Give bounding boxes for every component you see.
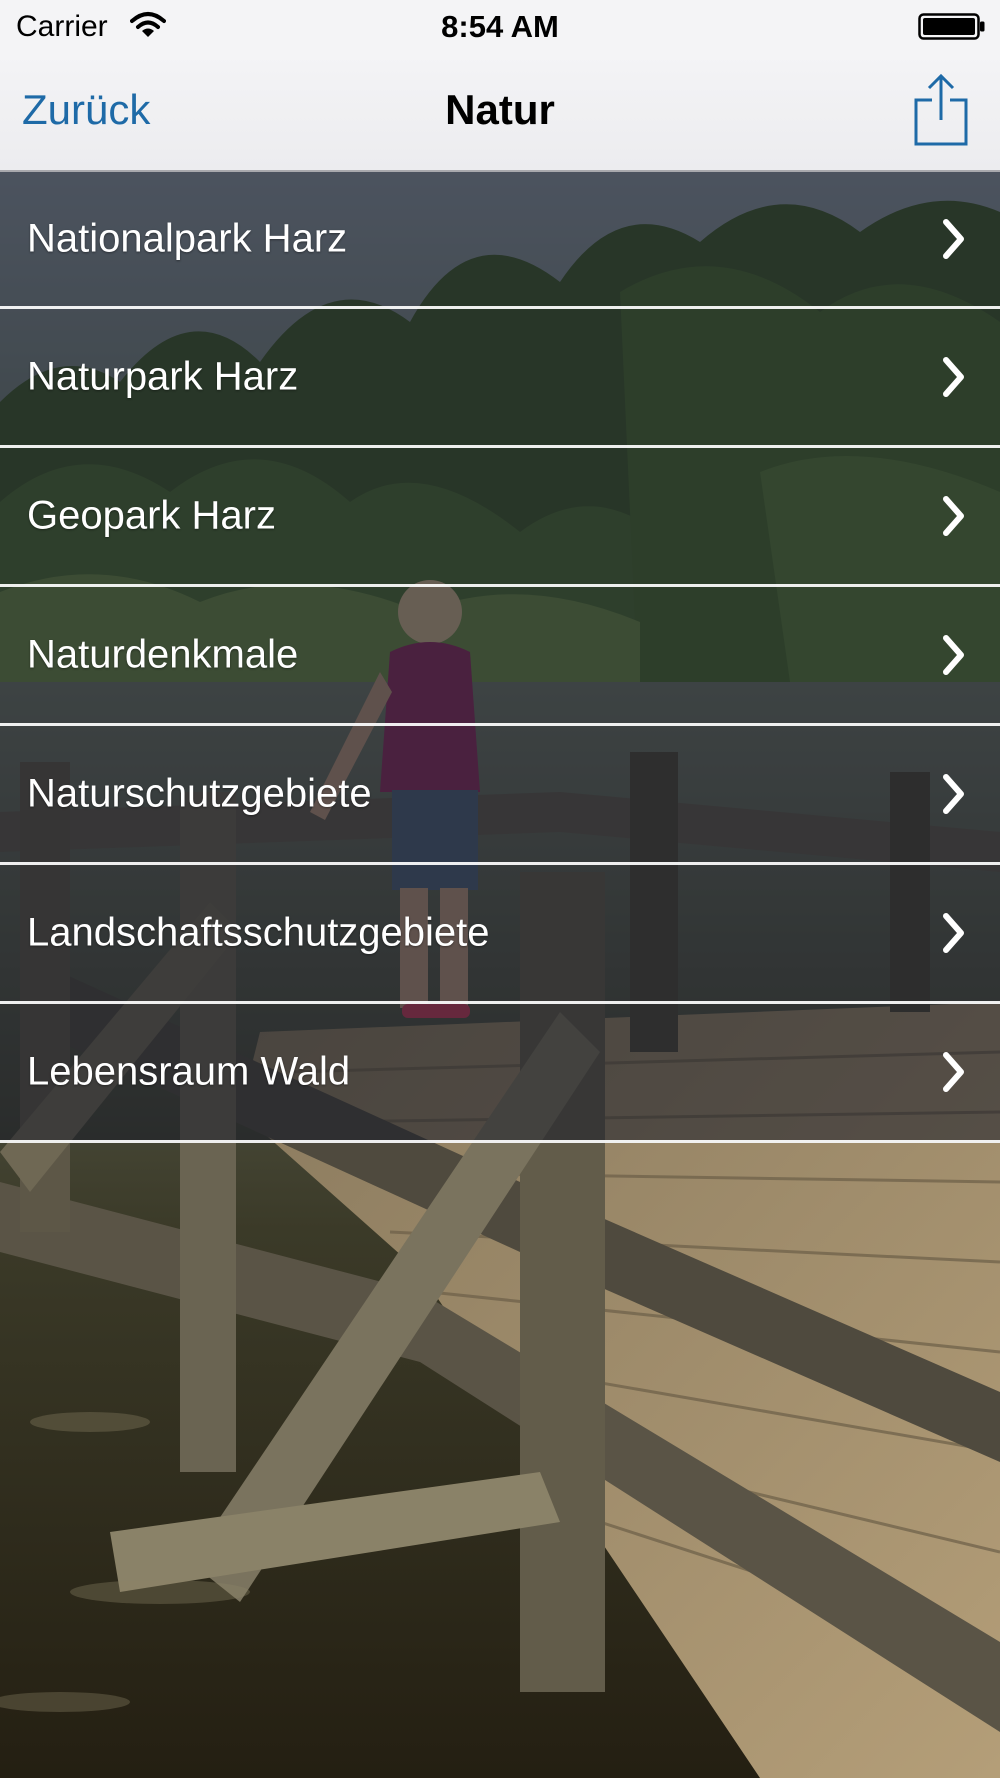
chevron-right-icon [943, 219, 964, 259]
list-item-label: Nationalpark Harz [27, 216, 348, 261]
list-item-geopark-harz[interactable]: Geopark Harz [0, 448, 1000, 587]
list-item-label: Naturpark Harz [27, 354, 299, 399]
list-item-naturdenkmale[interactable]: Naturdenkmale [0, 587, 1000, 726]
list-item-label: Naturschutzgebiete [27, 771, 372, 816]
chevron-right-icon [943, 913, 964, 953]
chevron-right-icon [943, 496, 964, 536]
chevron-right-icon [943, 774, 964, 814]
menu-list: Nationalpark Harz Naturpark Harz Geopark… [0, 172, 1000, 1143]
status-time: 8:54 AM [441, 9, 559, 44]
chevron-right-icon [943, 1052, 964, 1092]
chevron-right-icon [943, 357, 964, 397]
list-item-label: Geopark Harz [27, 493, 276, 538]
share-icon[interactable] [912, 72, 970, 148]
list-item-naturschutzgebiete[interactable]: Naturschutzgebiete [0, 726, 1000, 865]
list-item-label: Naturdenkmale [27, 632, 299, 677]
list-item-nationalpark-harz[interactable]: Nationalpark Harz [0, 172, 1000, 309]
battery-icon [918, 13, 985, 40]
list-item-landschaftsschutzgebiete[interactable]: Landschaftsschutzgebiete [0, 865, 1000, 1004]
status-bar: Carrier 8:54 AM [0, 0, 1000, 52]
list-item-label: Landschaftsschutzgebiete [27, 910, 490, 955]
list-item-label: Lebensraum Wald [27, 1049, 351, 1094]
page-title: Natur [445, 86, 555, 133]
navigation-bar: Zurück Natur [0, 52, 1000, 172]
list-item-lebensraum-wald[interactable]: Lebensraum Wald [0, 1004, 1000, 1143]
app-screen: Carrier 8:54 AM Zurück Natur Nationalpar… [0, 0, 1000, 1778]
list-item-naturpark-harz[interactable]: Naturpark Harz [0, 309, 1000, 448]
chevron-right-icon [943, 635, 964, 675]
